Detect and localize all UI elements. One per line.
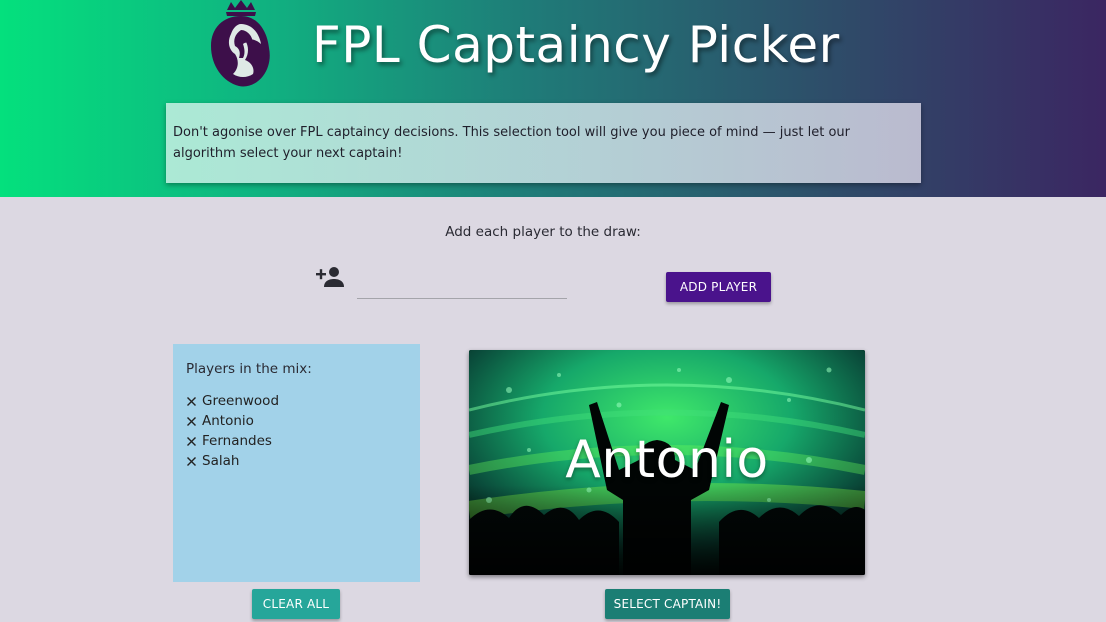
selected-captain-name: Antonio xyxy=(565,430,769,490)
captain-result-card: Antonio xyxy=(469,350,865,575)
close-icon[interactable] xyxy=(186,456,197,467)
player-name: Antonio xyxy=(202,413,254,429)
player-name-input[interactable] xyxy=(357,272,567,299)
page-header: FPL Captaincy Picker Don't agonise over … xyxy=(0,0,1106,197)
add-player-button[interactable]: ADD PLAYER xyxy=(666,272,771,302)
add-player-label: Add each player to the draw: xyxy=(445,224,641,240)
page-title: FPL Captaincy Picker xyxy=(312,16,840,74)
list-item: Greenwood xyxy=(186,391,407,411)
close-icon[interactable] xyxy=(186,416,197,427)
premier-league-lion-icon xyxy=(211,0,270,87)
select-captain-button[interactable]: SELECT CAPTAIN! xyxy=(605,589,730,619)
clear-all-button[interactable]: CLEAR ALL xyxy=(252,589,340,619)
player-list: Greenwood Antonio Fernandes Salah xyxy=(186,391,407,471)
list-item: Salah xyxy=(186,451,407,471)
list-item: Antonio xyxy=(186,411,407,431)
players-list-card: Players in the mix: Greenwood Antonio Fe… xyxy=(173,344,420,582)
intro-text: Don't agonise over FPL captaincy decisio… xyxy=(166,103,921,183)
players-heading: Players in the mix: xyxy=(186,361,312,377)
person-add-icon xyxy=(316,267,344,287)
player-name: Fernandes xyxy=(202,433,272,449)
list-item: Fernandes xyxy=(186,431,407,451)
player-name: Salah xyxy=(202,453,240,469)
close-icon[interactable] xyxy=(186,436,197,447)
close-icon[interactable] xyxy=(186,396,197,407)
player-name: Greenwood xyxy=(202,393,280,409)
